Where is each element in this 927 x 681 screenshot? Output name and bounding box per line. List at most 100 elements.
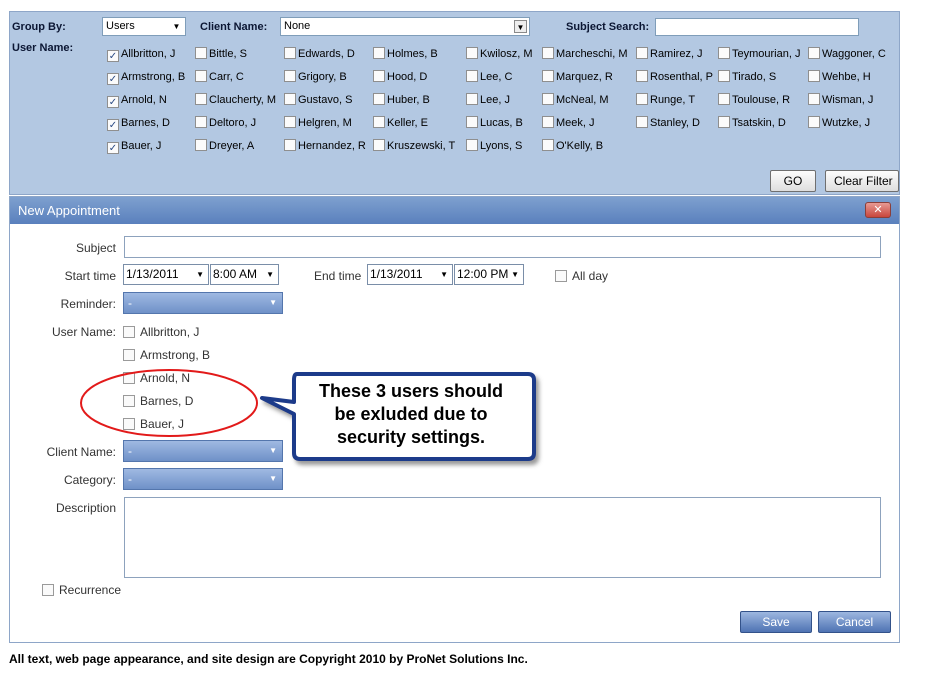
checkbox-icon[interactable] (542, 139, 554, 151)
subject-input[interactable] (124, 236, 881, 258)
user-filter-checkbox[interactable]: Bittle, S (195, 47, 247, 63)
user-filter-checkbox[interactable]: Tirado, S (718, 70, 776, 86)
checkbox-icon[interactable] (718, 116, 730, 128)
user-filter-checkbox[interactable]: Hernandez, R (284, 139, 366, 155)
user-filter-checkbox[interactable]: Teymourian, J (718, 47, 800, 63)
group-by-select[interactable]: Users ▼ (102, 17, 186, 36)
save-button[interactable]: Save (740, 611, 812, 633)
user-filter-checkbox[interactable]: Waggoner, C (808, 47, 886, 63)
checkbox-icon[interactable] (808, 70, 820, 82)
checkbox-icon[interactable] (123, 372, 135, 384)
user-filter-checkbox[interactable]: Lee, J (466, 93, 510, 109)
user-filter-checkbox[interactable]: Grigory, B (284, 70, 347, 86)
checkbox-icon[interactable] (808, 116, 820, 128)
go-button[interactable]: GO (770, 170, 816, 192)
checkbox-icon[interactable] (195, 139, 207, 151)
checkbox-icon[interactable] (542, 70, 554, 82)
checkbox-icon[interactable] (636, 47, 648, 59)
user-filter-checkbox[interactable]: Lyons, S (466, 139, 522, 155)
cancel-button[interactable]: Cancel (818, 611, 891, 633)
checkbox-icon[interactable] (718, 93, 730, 105)
dialog-user-checkbox[interactable]: Bauer, J (123, 417, 184, 433)
checkbox-icon[interactable] (808, 93, 820, 105)
user-filter-checkbox[interactable]: Gustavo, S (284, 93, 352, 109)
user-filter-checkbox[interactable]: Runge, T (636, 93, 695, 109)
user-filter-checkbox[interactable]: Helgren, M (284, 116, 352, 132)
user-filter-checkbox[interactable]: Dreyer, A (195, 139, 254, 155)
user-filter-checkbox[interactable]: O'Kelly, B (542, 139, 603, 155)
checkbox-icon[interactable]: ✓ (107, 96, 119, 108)
checkbox-icon[interactable] (808, 47, 820, 59)
checkbox-icon[interactable] (195, 47, 207, 59)
user-filter-checkbox[interactable]: Wisman, J (808, 93, 873, 109)
dialog-user-checkbox[interactable]: Allbritton, J (123, 325, 199, 341)
chevron-down-icon[interactable]: ▼ (514, 20, 527, 33)
checkbox-icon[interactable] (466, 116, 478, 128)
checkbox-icon[interactable] (636, 116, 648, 128)
client-name-select[interactable]: None ▼ (280, 17, 530, 36)
user-filter-checkbox[interactable]: Holmes, B (373, 47, 438, 63)
checkbox-icon[interactable] (636, 93, 648, 105)
reminder-select[interactable]: - ▼ (123, 292, 283, 314)
user-filter-checkbox[interactable]: Rosenthal, P (636, 70, 713, 86)
checkbox-icon[interactable] (542, 47, 554, 59)
checkbox-icon[interactable] (718, 70, 730, 82)
user-filter-checkbox[interactable]: Marcheschi, M (542, 47, 628, 63)
checkbox-icon[interactable] (466, 70, 478, 82)
end-time-picker[interactable]: 12:00 PM ▼ (454, 264, 524, 285)
checkbox-icon[interactable] (123, 395, 135, 407)
checkbox-icon[interactable]: ✓ (107, 142, 119, 154)
user-filter-checkbox[interactable]: Ramirez, J (636, 47, 703, 63)
user-filter-checkbox[interactable]: ✓ Allbritton, J (107, 47, 175, 63)
subject-search-input[interactable] (655, 18, 859, 36)
checkbox-icon[interactable] (636, 70, 648, 82)
checkbox-icon[interactable] (373, 93, 385, 105)
dialog-user-checkbox[interactable]: Armstrong, B (123, 348, 210, 364)
recurrence-checkbox[interactable]: Recurrence (42, 583, 121, 599)
user-filter-checkbox[interactable]: Tsatskin, D (718, 116, 786, 132)
client-name-select[interactable]: - ▼ (123, 440, 283, 462)
user-filter-checkbox[interactable]: Kwilosz, M (466, 47, 533, 63)
all-day-checkbox[interactable]: All day (555, 269, 608, 285)
checkbox-icon[interactable] (123, 349, 135, 361)
user-filter-checkbox[interactable]: ✓ Bauer, J (107, 139, 161, 155)
user-filter-checkbox[interactable]: Hood, D (373, 70, 427, 86)
clear-filter-button[interactable]: Clear Filter (825, 170, 899, 192)
user-filter-checkbox[interactable]: Meek, J (542, 116, 595, 132)
checkbox-icon[interactable] (195, 116, 207, 128)
start-date-picker[interactable]: 1/13/2011 ▼ (123, 264, 209, 285)
checkbox-icon[interactable]: ✓ (107, 119, 119, 131)
user-filter-checkbox[interactable]: Stanley, D (636, 116, 700, 132)
user-filter-checkbox[interactable]: ✓ Arnold, N (107, 93, 167, 109)
checkbox-icon[interactable] (373, 116, 385, 128)
close-icon[interactable]: ✕ (865, 202, 891, 218)
user-filter-checkbox[interactable]: ✓ Armstrong, B (107, 70, 185, 86)
user-filter-checkbox[interactable]: Kruszewski, T (373, 139, 455, 155)
checkbox-icon[interactable] (555, 270, 567, 282)
checkbox-icon[interactable] (123, 418, 135, 430)
user-filter-checkbox[interactable]: Huber, B (373, 93, 430, 109)
checkbox-icon[interactable]: ✓ (107, 50, 119, 62)
checkbox-icon[interactable] (42, 584, 54, 596)
checkbox-icon[interactable] (466, 93, 478, 105)
checkbox-icon[interactable] (373, 70, 385, 82)
checkbox-icon[interactable] (373, 139, 385, 151)
end-date-picker[interactable]: 1/13/2011 ▼ (367, 264, 453, 285)
checkbox-icon[interactable] (373, 47, 385, 59)
user-filter-checkbox[interactable]: Carr, C (195, 70, 244, 86)
checkbox-icon[interactable] (195, 70, 207, 82)
checkbox-icon[interactable] (284, 93, 296, 105)
user-filter-checkbox[interactable]: Deltoro, J (195, 116, 256, 132)
checkbox-icon[interactable] (195, 93, 207, 105)
checkbox-icon[interactable]: ✓ (107, 73, 119, 85)
checkbox-icon[interactable] (466, 47, 478, 59)
checkbox-icon[interactable] (123, 326, 135, 338)
checkbox-icon[interactable] (284, 139, 296, 151)
user-filter-checkbox[interactable]: Claucherty, M (195, 93, 276, 109)
user-filter-checkbox[interactable]: Lee, C (466, 70, 512, 86)
user-filter-checkbox[interactable]: McNeal, M (542, 93, 609, 109)
checkbox-icon[interactable] (718, 47, 730, 59)
user-filter-checkbox[interactable]: Marquez, R (542, 70, 613, 86)
start-time-picker[interactable]: 8:00 AM ▼ (210, 264, 279, 285)
checkbox-icon[interactable] (284, 70, 296, 82)
